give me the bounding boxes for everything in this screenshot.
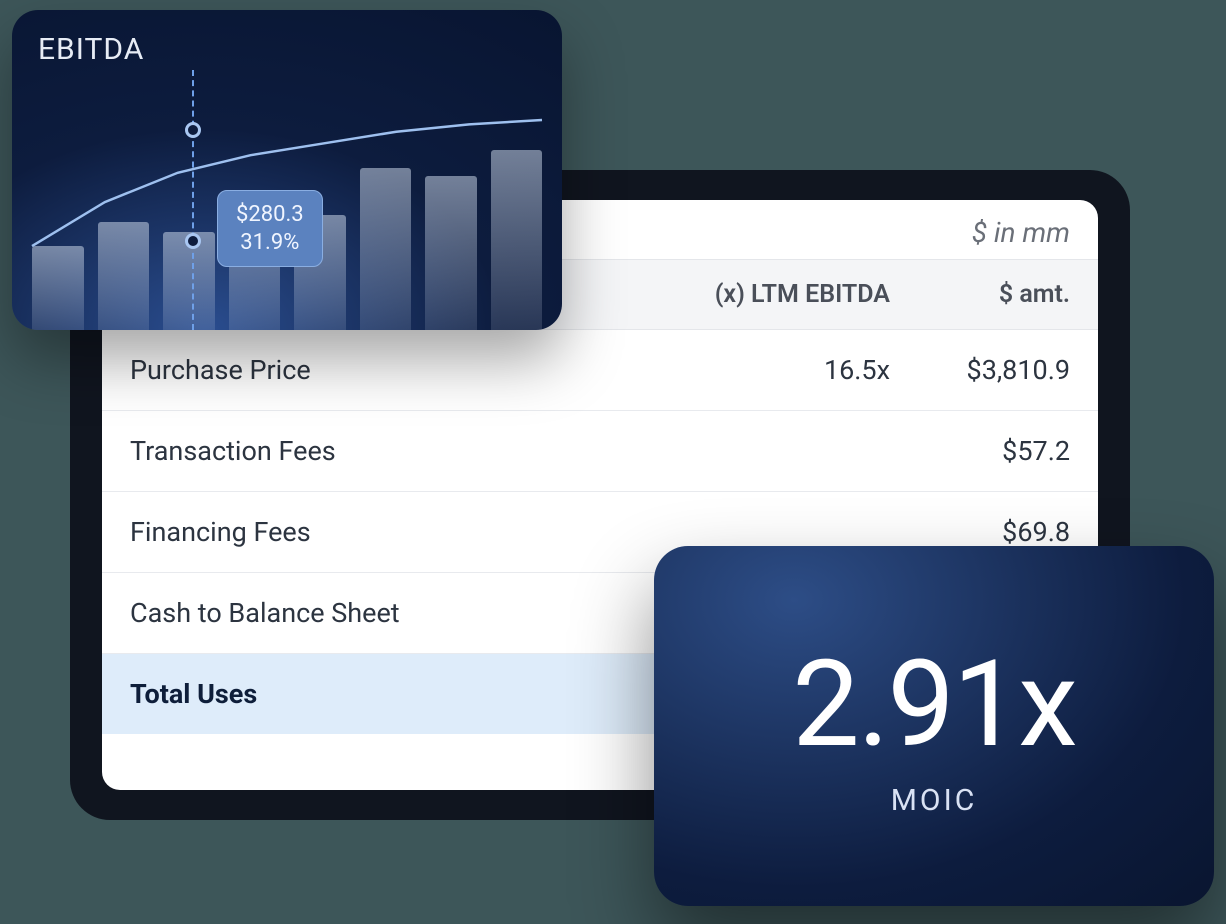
moic-card: 2.91x MOIC [654,546,1214,906]
chart-marker-icon [185,233,201,249]
row-label: Transaction Fees [130,435,600,467]
chart-marker-icon [185,122,201,138]
tooltip-pct: 31.9% [236,229,304,257]
row-label: Financing Fees [130,516,600,548]
row-multiple: 16.5x [600,354,890,386]
header-amount: $ amt. [890,280,1070,309]
row-amount: $69.8 [890,516,1070,548]
table-row: Transaction Fees $57.2 [102,411,1098,492]
moic-value: 2.91x [792,635,1076,775]
chart-title: EBITDA [38,32,536,67]
tooltip-value: $280.3 [236,201,304,229]
row-multiple [600,435,890,467]
row-multiple [600,516,890,548]
row-label: Purchase Price [130,354,600,386]
moic-label: MOIC [891,783,978,818]
table-row: Purchase Price 16.5x $3,810.9 [102,330,1098,411]
header-multiple: (x) LTM EBITDA [600,280,890,309]
chart-guide-line [192,70,194,330]
row-amount: $57.2 [890,435,1070,467]
total-label: Total Uses [130,678,600,710]
chart-area: $280.3 31.9% [12,80,562,330]
row-label: Cash to Balance Sheet [130,597,600,629]
ebitda-chart-card: EBITDA $280.3 31.9% [12,10,562,330]
row-amount: $3,810.9 [890,354,1070,386]
chart-tooltip: $280.3 31.9% [217,190,323,267]
